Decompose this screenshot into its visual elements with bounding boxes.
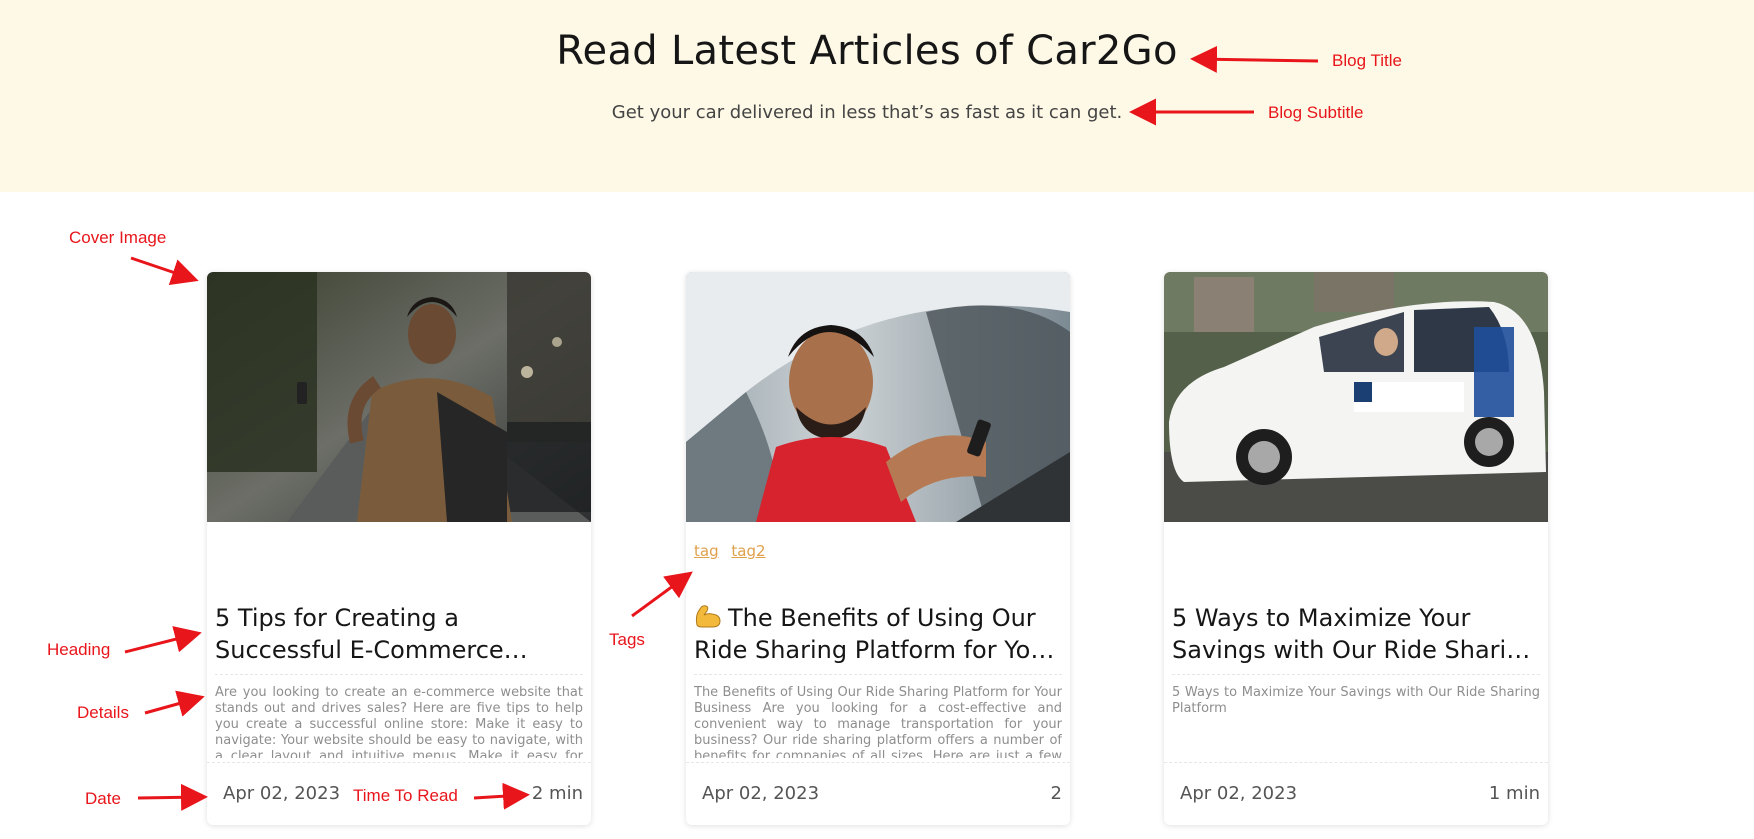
heading-line-1: 5 Tips for Creating a xyxy=(215,604,459,632)
article-details: 5 Ways to Maximize Your Savings with Our… xyxy=(1172,674,1540,758)
article-card[interactable]: 5 Tips for Creating a Successful E-Comme… xyxy=(207,272,591,825)
cover-image[interactable] xyxy=(1164,272,1548,522)
time-to-read: 2 min xyxy=(531,783,583,804)
article-date: Apr 02, 2023 xyxy=(223,783,341,804)
arrow-details xyxy=(144,690,205,717)
annotation-heading: Heading xyxy=(47,640,111,659)
article-card[interactable]: tag tag2 The Benefits of Using Our Ride … xyxy=(686,272,1070,825)
annotation-time-to-read: Time To Read xyxy=(353,786,458,805)
flexed-biceps-icon xyxy=(695,605,721,628)
annotation-blog-subtitle: Blog Subtitle xyxy=(1268,103,1364,122)
heading-line-2: Savings with Our Ride Sharin… xyxy=(1172,636,1540,664)
article-date: Apr 02, 2023 xyxy=(702,783,820,804)
annotation-cover-image: Cover Image xyxy=(69,228,167,247)
heading-line-1-text: The Benefits of Using Our xyxy=(728,604,1036,632)
tag-link[interactable]: tag2 xyxy=(731,542,765,560)
article-heading[interactable]: 5 Tips for Creating a Successful E-Comme… xyxy=(215,602,583,672)
cover-image-man-driving xyxy=(686,272,1070,522)
cover-image-man-street xyxy=(207,272,591,522)
arrow-heading xyxy=(124,626,202,654)
card-footer: Apr 02, 2023 1 min xyxy=(1164,762,1548,825)
heading-line-2: Ride Sharing Platform for You… xyxy=(694,636,1062,664)
article-details: Are you looking to create an e-commerce … xyxy=(215,674,583,758)
cover-image[interactable] xyxy=(686,272,1070,522)
article-date: Apr 02, 2023 xyxy=(1180,783,1298,804)
blog-hero: Read Latest Articles of Car2Go Get your … xyxy=(0,0,1754,192)
cover-image[interactable] xyxy=(207,272,591,522)
heading-line-1: 5 Ways to Maximize Your xyxy=(1172,604,1471,632)
tag-list: tag tag2 xyxy=(694,542,774,566)
blog-title: Read Latest Articles of Car2Go xyxy=(556,28,1178,74)
annotation-date: Date xyxy=(85,789,121,808)
heading-line-1: The Benefits of Using Our xyxy=(694,602,1062,634)
arrow-cover-image xyxy=(130,256,199,286)
heading-line-2: Successful E-Commerce… xyxy=(215,636,528,664)
article-card[interactable]: 5 Ways to Maximize Your Savings with Our… xyxy=(1164,272,1548,825)
annotation-blog-title: Blog Title xyxy=(1332,51,1402,70)
annotation-details: Details xyxy=(77,703,129,722)
time-to-read: 2 xyxy=(1050,783,1062,804)
tag-link[interactable]: tag xyxy=(694,542,719,560)
arrow-date xyxy=(137,783,208,811)
annotation-tags: Tags xyxy=(609,630,645,649)
blog-subtitle: Get your car delivered in less that’s as… xyxy=(611,102,1123,123)
arrow-tags xyxy=(631,571,693,618)
time-to-read: 1 min xyxy=(1488,783,1540,804)
article-heading[interactable]: The Benefits of Using Our Ride Sharing P… xyxy=(694,602,1062,672)
article-details: The Benefits of Using Our Ride Sharing P… xyxy=(694,674,1062,758)
cover-image-minivan xyxy=(1164,272,1548,522)
article-heading[interactable]: 5 Ways to Maximize Your Savings with Our… xyxy=(1172,602,1540,672)
card-footer: Apr 02, 2023 2 xyxy=(686,762,1070,825)
